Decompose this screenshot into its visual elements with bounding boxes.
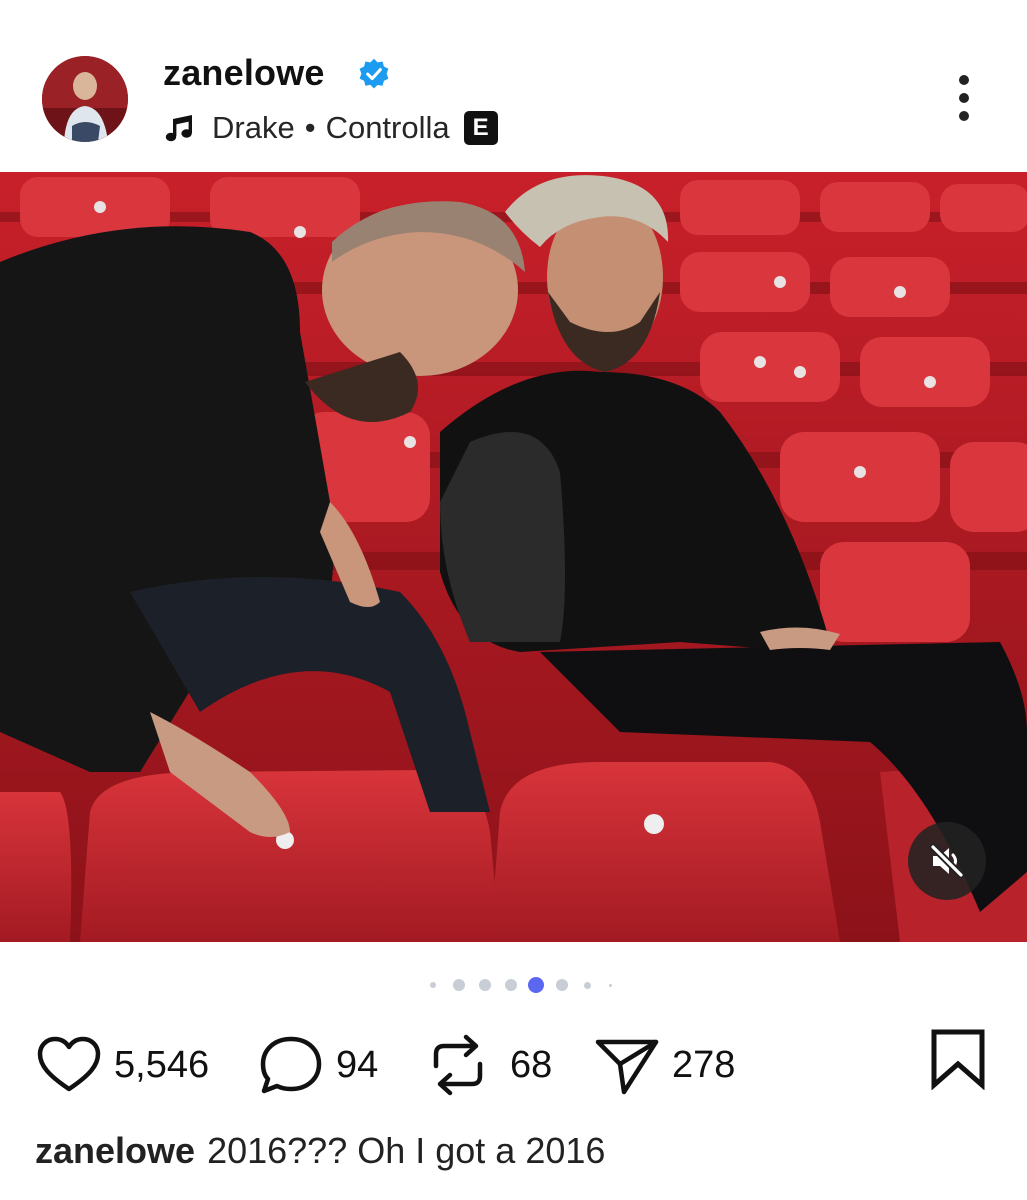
music-track: Controlla — [325, 110, 450, 145]
speaker-muted-icon — [929, 843, 965, 879]
carousel-dot[interactable] — [584, 982, 591, 989]
repost-count: 68 — [510, 1043, 553, 1086]
caption-text: 2016??? Oh I got a 2016 — [207, 1130, 606, 1171]
comment-button[interactable]: 94 — [258, 1025, 378, 1105]
heart-icon — [37, 1036, 101, 1092]
post-photo — [0, 172, 1027, 942]
repost-button[interactable]: 68 — [428, 1025, 552, 1105]
share-count: 278 — [672, 1043, 736, 1086]
caption-username[interactable]: zanelowe — [35, 1130, 195, 1171]
post-header: zanelowe Drake • Controlla E — [0, 0, 1027, 172]
like-count: 5,546 — [114, 1043, 210, 1086]
mute-toggle-button[interactable] — [908, 822, 986, 900]
music-separator: • — [304, 110, 316, 145]
share-button[interactable]: 278 — [594, 1025, 735, 1105]
carousel-dot[interactable] — [430, 982, 436, 988]
action-bar: 5,546 94 68 278 — [0, 1025, 1027, 1105]
comment-count: 94 — [336, 1043, 379, 1086]
avatar-image — [42, 56, 128, 142]
comment-bubble-icon — [260, 1036, 322, 1094]
carousel-indicator — [0, 976, 1027, 994]
carousel-dot[interactable] — [556, 979, 568, 991]
carousel-dot[interactable] — [453, 979, 465, 991]
post-username[interactable]: zanelowe — [163, 52, 325, 94]
send-icon — [595, 1039, 659, 1095]
like-button[interactable]: 5,546 — [36, 1025, 209, 1105]
more-vertical-icon[interactable] — [944, 74, 984, 126]
verified-badge-icon — [359, 58, 389, 89]
carousel-dot[interactable] — [505, 979, 517, 991]
carousel-dot-active[interactable] — [528, 977, 544, 993]
explicit-badge: E — [463, 111, 498, 145]
music-note-icon — [165, 115, 192, 142]
carousel-dot[interactable] — [609, 984, 612, 987]
music-attribution[interactable]: Drake • Controlla E — [163, 106, 498, 150]
post-media[interactable] — [0, 172, 1027, 942]
bookmark-icon[interactable] — [928, 1028, 988, 1090]
repost-icon — [433, 1034, 483, 1096]
music-artist: Drake — [212, 110, 295, 145]
avatar[interactable] — [42, 56, 128, 142]
post-caption: zanelowe 2016??? Oh I got a 2016 — [35, 1130, 605, 1172]
carousel-dot[interactable] — [479, 979, 491, 991]
